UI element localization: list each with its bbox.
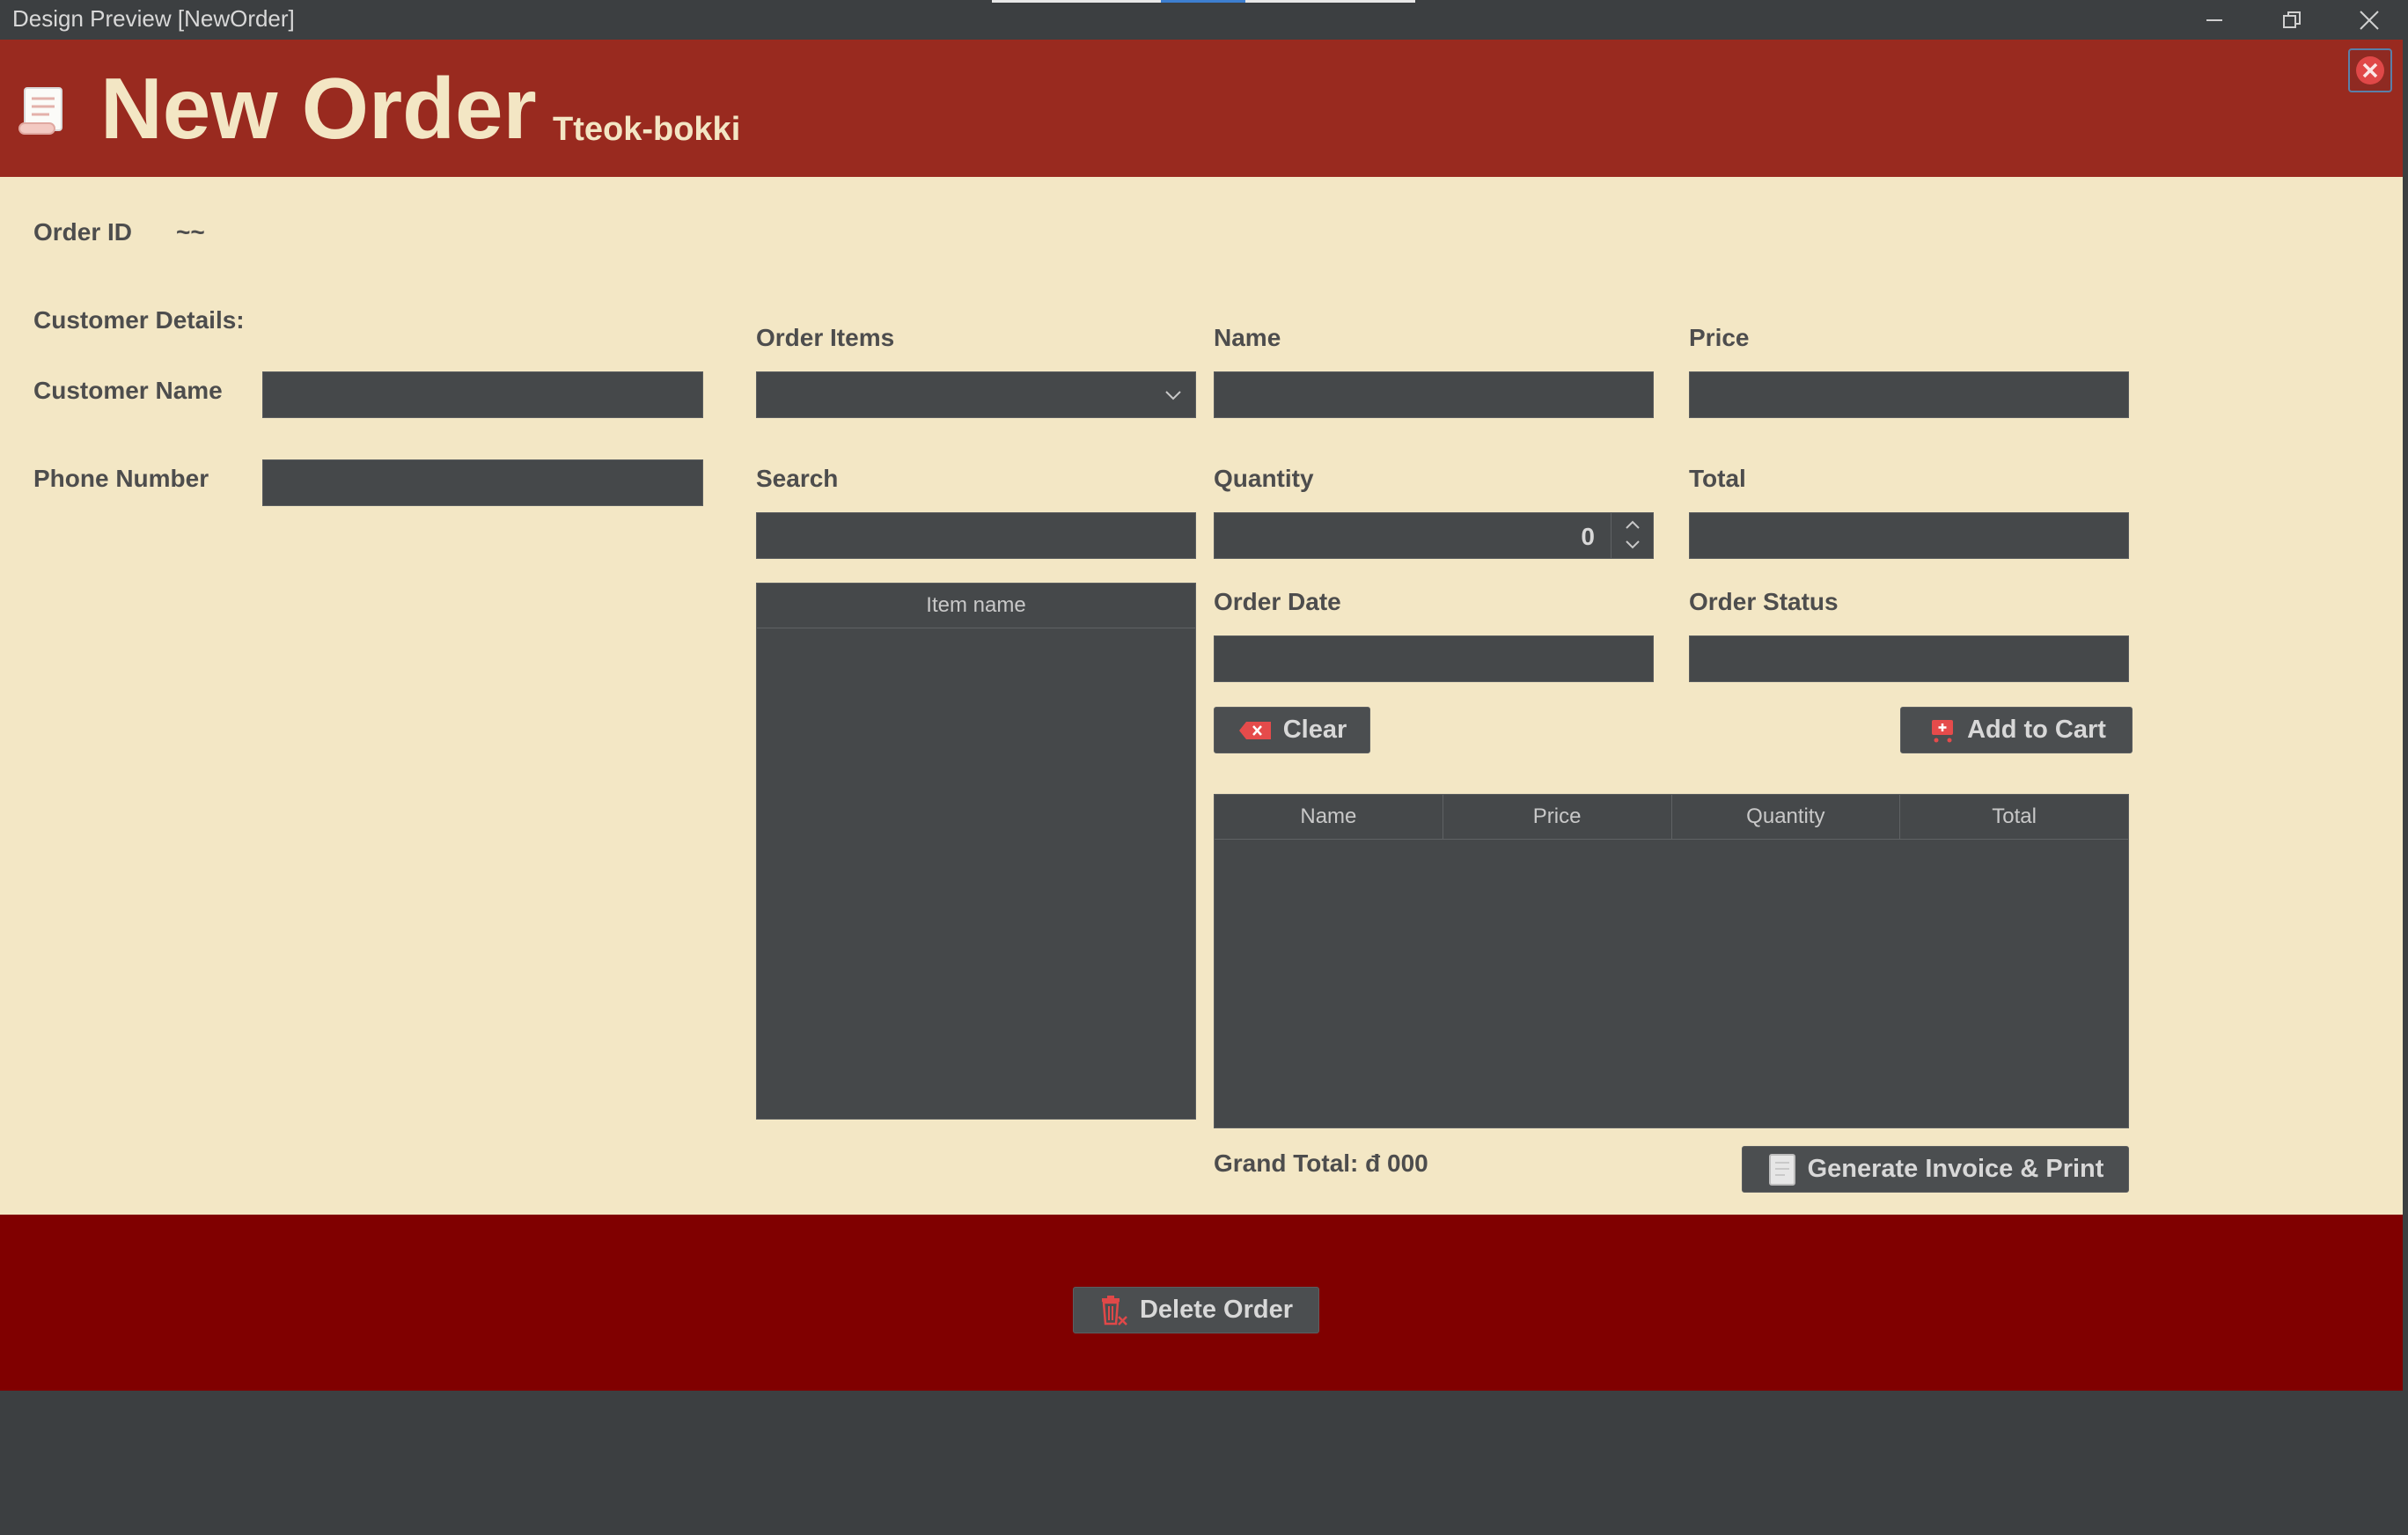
- name-label: Name: [1214, 324, 1281, 351]
- order-id-label: Order ID: [33, 218, 133, 246]
- chevron-down-icon: [1165, 391, 1181, 400]
- cart-table-header: Name Price Quantity Total: [1215, 795, 2128, 840]
- trash-delete-icon: [1101, 1295, 1127, 1326]
- invoice-document-icon: [1768, 1153, 1795, 1186]
- order-items-dropdown[interactable]: [756, 371, 1196, 418]
- order-status-label: Order Status: [1689, 588, 1839, 615]
- receipt-scroll-icon: [16, 84, 70, 143]
- titlebar-accent-right: [1245, 0, 1415, 3]
- search-input[interactable]: [756, 512, 1196, 559]
- form-close-button[interactable]: [2348, 48, 2392, 92]
- grand-total: Grand Total: đ 000: [1214, 1149, 1428, 1177]
- close-icon: [2360, 10, 2379, 30]
- generate-invoice-button[interactable]: Generate Invoice & Print: [1742, 1146, 2129, 1193]
- generate-invoice-label: Generate Invoice & Print: [1807, 1155, 2104, 1183]
- search-label: Search: [756, 465, 839, 492]
- item-name-list[interactable]: Item name: [756, 583, 1196, 1120]
- chevron-down-icon[interactable]: [1624, 539, 1641, 551]
- chevron-up-icon[interactable]: [1624, 518, 1641, 531]
- total-input[interactable]: [1689, 512, 2129, 559]
- close-circle-icon: [2356, 56, 2384, 84]
- customer-name-input[interactable]: [262, 371, 703, 418]
- cart-column-quantity[interactable]: Quantity: [1672, 795, 1901, 839]
- customer-details-heading: Customer Details:: [33, 306, 245, 334]
- window-title: Design Preview [NewOrder]: [12, 5, 295, 32]
- price-input[interactable]: [1689, 371, 2129, 418]
- cart-add-icon: [1932, 719, 1954, 742]
- customer-name-label: Customer Name: [33, 377, 223, 404]
- clear-button[interactable]: Clear: [1214, 707, 1370, 753]
- minimize-button[interactable]: [2176, 0, 2253, 40]
- page-title: New Order: [100, 60, 537, 157]
- phone-number-input[interactable]: [262, 459, 703, 506]
- cart-table[interactable]: Name Price Quantity Total: [1214, 794, 2129, 1128]
- restore-icon: [2283, 11, 2301, 28]
- delete-order-button[interactable]: Delete Order: [1073, 1287, 1319, 1333]
- order-id-value: ~~: [176, 218, 205, 246]
- quantity-stepper[interactable]: 0: [1214, 512, 1654, 559]
- delete-order-label: Delete Order: [1139, 1296, 1294, 1324]
- cart-column-price[interactable]: Price: [1443, 795, 1672, 839]
- quantity-spinner[interactable]: [1611, 513, 1653, 558]
- total-label: Total: [1689, 465, 1746, 492]
- order-date-input[interactable]: [1214, 635, 1654, 682]
- cart-column-total[interactable]: Total: [1900, 795, 2128, 839]
- restore-button[interactable]: [2253, 0, 2331, 40]
- order-date-label: Order Date: [1214, 588, 1341, 615]
- price-label: Price: [1689, 324, 1750, 351]
- minimize-icon: [2206, 18, 2222, 21]
- add-to-cart-button[interactable]: Add to Cart: [1900, 707, 2133, 753]
- cart-column-name[interactable]: Name: [1215, 795, 1443, 839]
- add-to-cart-label: Add to Cart: [1967, 716, 2106, 744]
- item-name-column-header[interactable]: Item name: [757, 584, 1195, 628]
- window-titlebar: Design Preview [NewOrder]: [0, 0, 2408, 40]
- order-items-label: Order Items: [756, 324, 895, 351]
- quantity-label: Quantity: [1214, 465, 1314, 492]
- window-close-button[interactable]: [2331, 0, 2408, 40]
- page-subtitle: Tteok-bokki: [553, 111, 741, 148]
- quantity-value: 0: [1581, 523, 1595, 550]
- titlebar-accent-middle: [1161, 0, 1245, 3]
- phone-number-label: Phone Number: [33, 465, 209, 492]
- titlebar-accent-left: [992, 0, 1161, 3]
- clear-button-label: Clear: [1282, 716, 1347, 744]
- clear-tag-icon: [1238, 721, 1271, 739]
- name-input[interactable]: [1214, 371, 1654, 418]
- order-status-input[interactable]: [1689, 635, 2129, 682]
